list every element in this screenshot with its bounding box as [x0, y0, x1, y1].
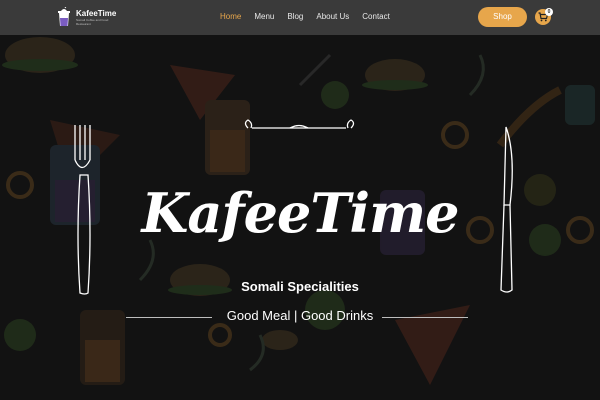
logo-name: KafeeTime	[76, 8, 117, 18]
nav-contact[interactable]: Contact	[362, 12, 390, 22]
cup-logo-icon	[58, 7, 70, 26]
cart-count-badge: 0	[545, 8, 553, 16]
main-nav: Home Menu Blog About Us Contact	[220, 12, 403, 22]
nav-home[interactable]: Home	[220, 12, 241, 22]
hero-title: KafeeTime	[141, 181, 459, 245]
page: KafeeTime Somali Coffee and Food Restaur…	[0, 0, 600, 400]
nav-menu[interactable]: Menu	[254, 12, 274, 22]
hero-subtitle: Somali Specialities	[241, 279, 359, 294]
logo[interactable]: KafeeTime Somali Coffee and Food Restaur…	[56, 7, 116, 27]
nav-about-us[interactable]: About Us	[316, 12, 349, 22]
shop-button[interactable]: Shop	[478, 7, 527, 27]
site-header: KafeeTime Somali Coffee and Food Restaur…	[0, 0, 600, 35]
hero-tagline: Good Meal | Good Drinks	[226, 308, 374, 323]
logo-tagline: Somali Coffee and Food Restaurant	[76, 17, 109, 26]
hero-section: KafeeTime Somali Specialities Good Meal …	[0, 35, 600, 400]
nav-blog[interactable]: Blog	[287, 12, 303, 22]
